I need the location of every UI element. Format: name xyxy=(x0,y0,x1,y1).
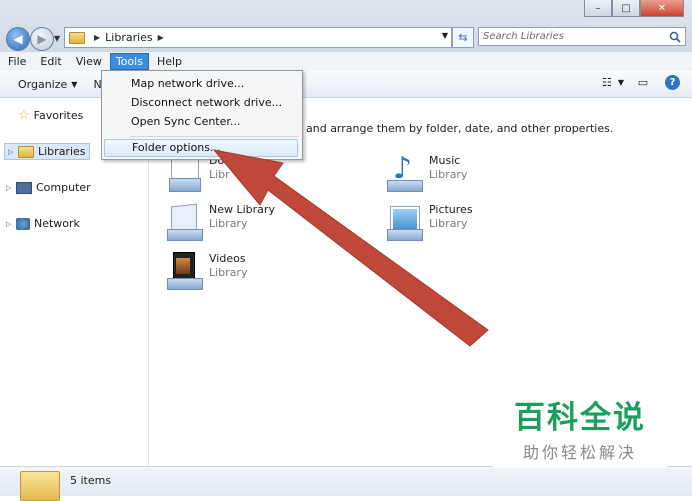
menu-help[interactable]: Help xyxy=(151,53,188,70)
library-name: New Library xyxy=(209,203,275,216)
menu-separator xyxy=(130,136,299,137)
library-name: Music xyxy=(429,154,461,167)
preview-pane-button[interactable]: ▭ xyxy=(635,76,651,90)
search-box[interactable]: Search Libraries xyxy=(478,27,686,46)
menu-view[interactable]: View xyxy=(70,53,108,70)
pictures-library-icon xyxy=(385,203,423,241)
nav-libraries[interactable]: ▷ Libraries xyxy=(4,143,90,160)
menu-tools[interactable]: Tools xyxy=(109,53,149,70)
library-type: Library xyxy=(209,217,248,230)
libraries-status-icon xyxy=(20,471,60,501)
libraries-icon xyxy=(18,145,34,158)
menu-item-map-network-drive[interactable]: Map network drive... xyxy=(131,77,244,90)
nav-network-label: Network xyxy=(34,217,80,230)
search-input[interactable]: Search Libraries xyxy=(483,31,564,42)
library-videos[interactable]: Videos Library xyxy=(165,252,247,290)
window-controls: – □ ✕ xyxy=(584,0,684,17)
library-type: Libr xyxy=(209,168,230,181)
nav-computer[interactable]: ▷ Computer xyxy=(6,181,91,194)
library-music[interactable]: ♪ Music Library xyxy=(385,154,467,192)
breadcrumb-libraries[interactable]: Libraries xyxy=(105,31,153,44)
menu-item-open-sync-center[interactable]: Open Sync Center... xyxy=(131,115,240,128)
forward-arrow-icon: ▶ xyxy=(37,32,47,46)
menu-bar: File Edit View Tools Help xyxy=(0,52,692,72)
star-icon: ☆ xyxy=(18,108,30,123)
nav-favorites-label: Favorites xyxy=(33,109,84,122)
menu-edit[interactable]: Edit xyxy=(34,53,67,70)
watermark-subtitle: 助你轻松解决 xyxy=(522,442,637,462)
item-count: 5 items xyxy=(70,474,112,487)
nav-computer-label: Computer xyxy=(36,181,91,194)
status-bar: 5 items xyxy=(0,466,692,501)
library-pictures[interactable]: Pictures Library xyxy=(385,203,473,241)
library-name: Pictures xyxy=(429,203,473,216)
breadcrumb-chevron-icon[interactable]: ▶ xyxy=(94,33,100,42)
preview-pane-icon: ▭ xyxy=(637,76,649,89)
back-button[interactable]: ◀ xyxy=(6,27,30,51)
library-type: Library xyxy=(209,266,248,279)
view-options-button[interactable]: ☷ ▼ xyxy=(601,76,625,90)
recent-pages-dropdown[interactable]: ▼ xyxy=(54,34,60,43)
watermark-title: 百科全说 xyxy=(514,399,646,436)
help-icon[interactable]: ? xyxy=(665,75,680,90)
library-type: Library xyxy=(429,168,468,181)
tools-menu: Map network drive... Disconnect network … xyxy=(101,70,303,160)
refresh-button[interactable]: ⇆ xyxy=(452,27,474,48)
network-icon xyxy=(16,217,30,230)
new-library-icon xyxy=(165,203,203,241)
libraries-folder-icon xyxy=(69,31,85,44)
refresh-icon: ⇆ xyxy=(458,31,468,44)
view-icon: ☷ xyxy=(601,76,612,89)
libraries-description: and arrange them by folder, date, and ot… xyxy=(306,122,614,135)
close-button[interactable]: ✕ xyxy=(640,0,684,17)
library-type: Library xyxy=(429,217,468,230)
minimize-button[interactable]: – xyxy=(584,0,612,17)
music-library-icon: ♪ xyxy=(385,154,423,192)
title-bar: – □ ✕ ◀ ▶ ▼ ▶ Libraries ▶ ▼ ⇆ Search Lib… xyxy=(0,0,692,52)
organize-label: Organize xyxy=(18,77,68,91)
organize-button[interactable]: Organize ▼ xyxy=(10,78,85,91)
address-bar[interactable]: ▶ Libraries ▶ ▼ xyxy=(64,27,452,48)
forward-button[interactable]: ▶ xyxy=(30,27,54,51)
library-name: Videos xyxy=(209,252,246,265)
nav-network[interactable]: ▷ Network xyxy=(6,217,80,230)
expand-arrow-icon[interactable]: ▷ xyxy=(8,148,14,156)
library-new-library[interactable]: New Library Library xyxy=(165,203,275,241)
address-dropdown-icon[interactable]: ▼ xyxy=(442,31,448,40)
nav-favorites[interactable]: ☆ Favorites xyxy=(18,108,83,123)
watermark-logo: 百科全说 助你轻松解决 xyxy=(493,386,667,468)
nav-libraries-label: Libraries xyxy=(38,145,86,158)
back-arrow-icon: ◀ xyxy=(13,32,23,46)
videos-library-icon xyxy=(165,252,203,290)
menu-item-folder-options[interactable]: Folder options... xyxy=(104,139,298,157)
maximize-button[interactable]: □ xyxy=(612,0,640,17)
search-icon xyxy=(669,31,681,43)
breadcrumb-chevron-icon[interactable]: ▶ xyxy=(158,33,164,42)
chevron-down-icon: ▼ xyxy=(617,78,625,87)
expand-arrow-icon[interactable]: ▷ xyxy=(6,184,12,192)
menu-file[interactable]: File xyxy=(2,53,32,70)
menu-item-disconnect-network-drive[interactable]: Disconnect network drive... xyxy=(131,96,282,109)
computer-icon xyxy=(16,181,32,194)
chevron-down-icon: ▼ xyxy=(71,79,78,89)
expand-arrow-icon[interactable]: ▷ xyxy=(6,220,12,228)
